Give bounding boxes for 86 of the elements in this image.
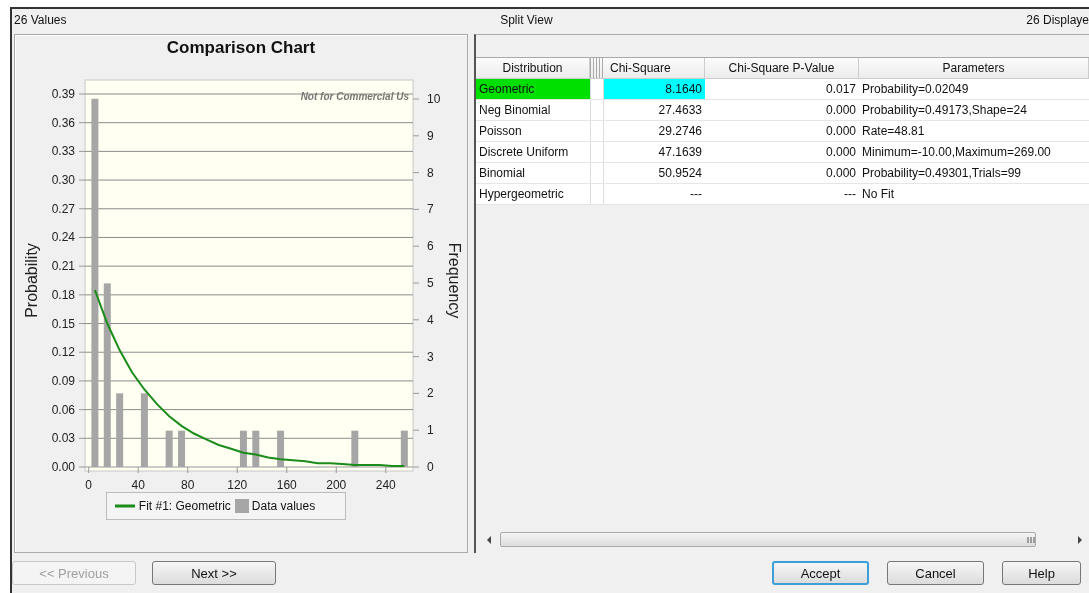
data-bar [239,430,247,467]
y-tick-label: 0.00 [51,460,75,474]
frequency-tick-label: 3 [427,349,434,364]
table-cell-text: Neg Binomial [478,102,552,119]
legend-label: Data values [251,499,316,513]
y-tick-label: 0.30 [51,173,75,188]
view-title: Split View [500,13,553,29]
y-tick-label: 0.12 [51,345,75,360]
y-tick-label: 0.15 [51,316,75,331]
chart-title: Comparison Chart [166,38,316,58]
table-cell-text: Probability=0.49173,Shape=24 [861,102,1028,119]
table-cell-text: Rate=48.81 [861,123,926,140]
scrollbar-thumb[interactable] [500,532,1036,547]
column-header[interactable]: Chi-Square [604,58,705,78]
data-bar [400,430,408,467]
frequency-tick-label: 0 [427,460,434,474]
column-header[interactable]: Chi-Square P-Value [705,58,859,78]
x-tick-label: 160 [276,478,297,492]
frequency-tick-label: 9 [427,128,434,143]
help-button[interactable]: Help [1002,561,1081,585]
column-splitter[interactable] [590,58,604,78]
x-tick-label: 120 [227,478,248,492]
table-cell-text: Minimum=-10.00,Maximum=269.00 [861,144,1052,161]
usage-notice: Not for Commercial Us [300,91,409,102]
next-button[interactable]: Next >> [152,561,276,585]
table-cell-text: 0.000 [824,123,857,140]
table-cell-text: --- [843,186,857,203]
table-cell-text: Probability=0.02049 [861,81,970,98]
data-bar [165,430,173,467]
x-tick-label: 240 [375,478,396,492]
y-tick-label: 0.36 [51,115,75,130]
frequency-tick-label: 6 [427,239,434,254]
column-header[interactable]: Parameters [859,58,1089,78]
frequency-tick-label: 1 [427,423,434,438]
y-tick-label: 0.33 [51,144,75,159]
data-bar [351,430,359,467]
frequency-tick-label: 10 [427,92,441,106]
data-bar [252,430,260,467]
y2-axis-label: Frequency [446,242,463,319]
y-axis-label: Probability [23,243,40,318]
table-cell-text: 29.2746 [657,123,703,140]
table-cell-text: No Fit [861,186,895,203]
legend-label: Fit #1: Geometric [138,499,231,513]
frequency-tick-label: 8 [427,165,434,180]
table-cell-text: Discrete Uniform [478,144,570,161]
table-cell-text: Probability=0.49301,Trials=99 [861,165,1022,182]
y-tick-label: 0.24 [51,230,75,245]
x-tick-label: 40 [131,478,145,492]
table-cell-text: Hypergeometric [478,186,565,203]
table-cell: Geometric [476,79,590,99]
column-header[interactable]: Distribution [476,58,590,78]
y-tick-label: 0.21 [51,259,75,274]
table-cell-text: Poisson [478,123,523,140]
x-tick-label: 80 [181,478,195,492]
y-tick-label: 0.03 [51,431,75,446]
frequency-tick-label: 5 [427,276,434,290]
x-tick-label: 0 [85,478,93,492]
y-tick-label: 0.18 [51,287,75,302]
y-tick-label: 0.27 [51,201,75,216]
table-cell-text: --- [689,186,703,203]
table-cell: 8.1640 [604,79,705,99]
table-cell-text: Binomial [478,165,527,182]
cancel-button[interactable]: Cancel [887,561,984,585]
scroll-right-icon[interactable] [1075,534,1085,545]
y-tick-label: 0.39 [51,87,75,101]
frequency-tick-label: 4 [427,312,434,327]
values-count: 26 Values [14,13,67,29]
x-tick-label: 200 [326,478,347,492]
table-cell-text: 47.1639 [657,144,703,161]
y-tick-label: 0.06 [51,402,75,417]
bar-swatch-icon [234,499,249,513]
table-cell-text: 0.000 [824,165,857,182]
grip-icon [1027,536,1035,543]
frequency-tick-label: 7 [427,202,434,217]
line-swatch-icon [114,504,135,508]
data-bar [178,430,186,467]
table-cell-text: 0.017 [824,81,857,98]
accept-button[interactable]: Accept [772,561,869,585]
table-cell-text: 50.9524 [657,165,703,182]
frequency-tick-label: 2 [427,386,434,401]
data-bar [277,430,285,467]
table-cell-text: 0.000 [824,144,857,161]
displayed-count: 26 Displaye [1026,13,1089,29]
table-cell-text: 27.4633 [657,102,703,119]
y-tick-label: 0.09 [51,373,75,388]
table-cell-text: 0.000 [824,102,857,119]
